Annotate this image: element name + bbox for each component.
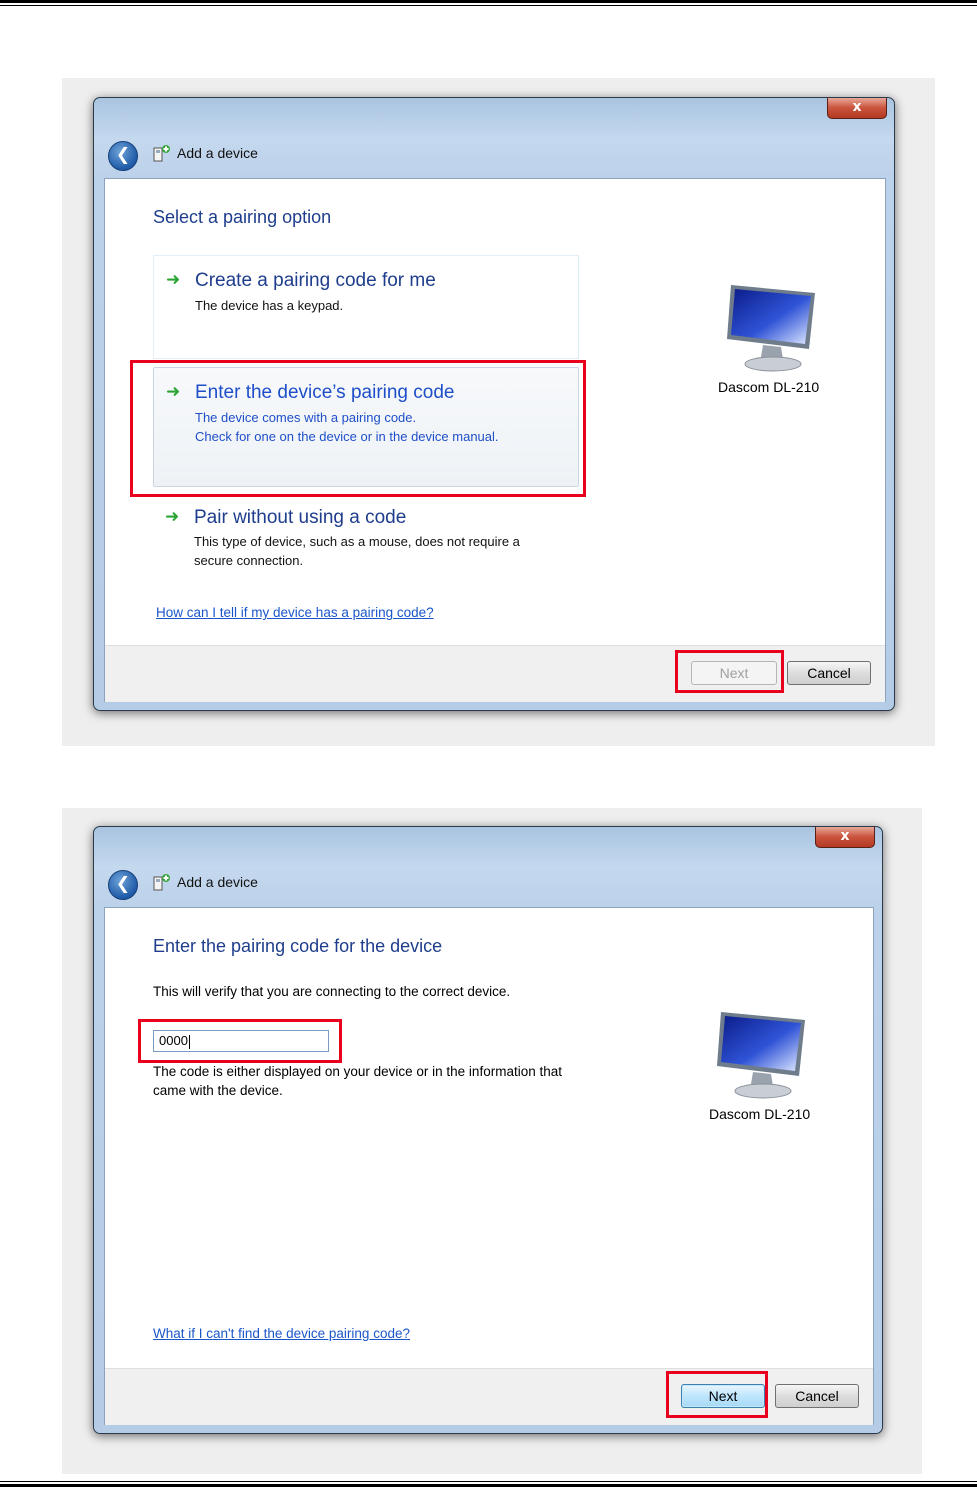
- window-title: Add a device: [177, 874, 258, 890]
- highlight-next-button: [666, 1371, 768, 1418]
- page-heading: Enter the pairing code for the device: [153, 936, 443, 956]
- highlight-next-button: [675, 650, 784, 693]
- cancel-button[interactable]: Cancel: [775, 1384, 859, 1408]
- add-device-window-2: x ❮ Add a device Enter the pairing code …: [93, 826, 883, 1434]
- instruction-text: This will verify that you are connecting…: [153, 984, 511, 999]
- green-arrow-icon: ➜: [165, 507, 180, 527]
- cancel-button[interactable]: Cancel: [787, 661, 871, 685]
- highlight-selected-option: [130, 360, 586, 497]
- option-title: Create a pairing code for me: [195, 270, 436, 291]
- back-arrow-icon[interactable]: ❮: [108, 870, 138, 900]
- back-arrow-icon[interactable]: ❮: [108, 141, 138, 171]
- highlight-pairing-code-input: [138, 1019, 342, 1063]
- option-title: Pair without using a code: [194, 507, 407, 528]
- device-name: Dascom DL-210: [709, 1106, 811, 1122]
- page-top-rule: [0, 0, 977, 3]
- hint-line-2: came with the device.: [153, 1083, 283, 1098]
- window-title: Add a device: [177, 145, 258, 161]
- add-device-icon: [153, 145, 170, 162]
- monitor-icon: [727, 285, 815, 372]
- option-description-line-1: This type of device, such as a mouse, do…: [194, 534, 520, 549]
- green-arrow-icon: ➜: [166, 270, 181, 290]
- option-create-pairing-code[interactable]: ➜ Create a pairing code for me The devic…: [153, 255, 579, 359]
- dialog-content: Enter the pairing code for the device Th…: [104, 907, 874, 1425]
- close-button[interactable]: x: [827, 98, 887, 119]
- device-name: Dascom DL-210: [718, 379, 820, 395]
- add-device-icon: [153, 874, 170, 891]
- page-heading: Select a pairing option: [153, 207, 332, 227]
- page-bottom-rule-thin: [0, 1481, 977, 1482]
- pairing-code-help-link[interactable]: How can I tell if my device has a pairin…: [156, 605, 434, 620]
- pairing-code-help-link[interactable]: What if I can't find the device pairing …: [153, 1326, 410, 1341]
- option-description-line-2: secure connection.: [194, 553, 304, 568]
- option-pair-without-code[interactable]: ➜ Pair without using a code This type of…: [153, 497, 577, 577]
- close-button[interactable]: x: [815, 827, 875, 848]
- option-description: The device has a keypad.: [195, 298, 344, 313]
- hint-line-1: The code is either displayed on your dev…: [153, 1064, 562, 1079]
- page-top-rule-thin: [0, 5, 977, 6]
- monitor-icon: [717, 1012, 805, 1099]
- page-bottom-rule: [0, 1484, 977, 1487]
